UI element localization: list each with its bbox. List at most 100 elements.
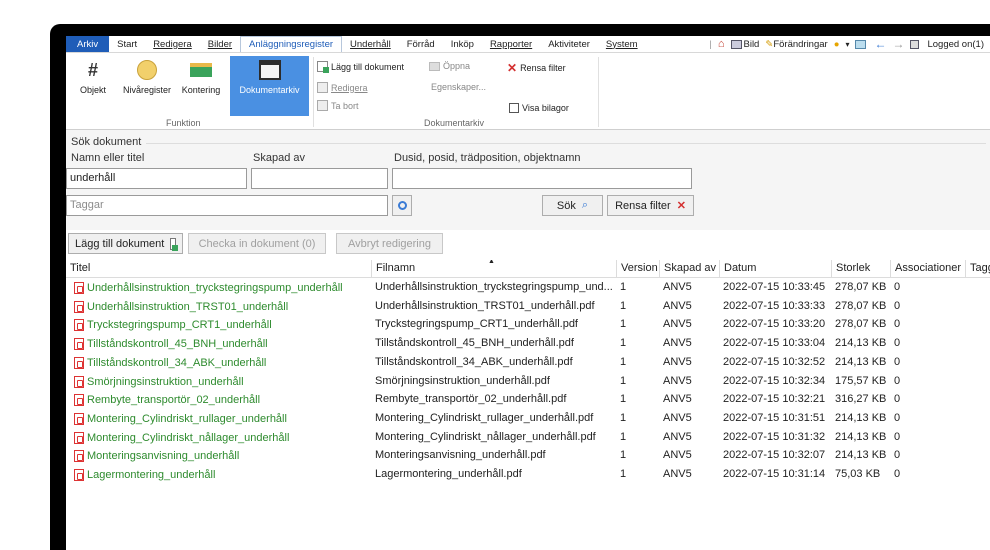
cell-datum-text: 2022-07-15 10:33:04 — [723, 337, 826, 350]
table-row[interactable]: Montering_Cylindriskt_nållager_underhåll… — [66, 429, 990, 448]
help-icon[interactable]: ● — [834, 39, 840, 50]
cell-titel: Monteringsanvisning_underhåll — [70, 447, 370, 465]
hash-icon: # — [87, 59, 98, 80]
lagg-till-dokument-label: Lägg till dokument — [75, 237, 165, 250]
table-row[interactable]: Monteringsanvisning_underhåll Monteringsa… — [66, 447, 990, 466]
table-row[interactable]: Rembyte_transportör_02_underhåll Rembyte_… — [66, 391, 990, 410]
table-row[interactable]: Tillståndskontroll_34_ABK_underhåll Tills… — [66, 354, 990, 373]
forward-arrow-icon[interactable]: → — [892, 37, 904, 51]
sok-label: Sök — [556, 199, 576, 212]
rensa-filter-ribbon-button[interactable]: ✕ Rensa filter — [507, 61, 566, 75]
kontering-label: Kontering — [181, 85, 221, 95]
menu-bar: Arkiv Start Redigera Bilder Anläggningsr… — [66, 36, 990, 53]
home-icon[interactable]: ⌂ — [718, 38, 725, 50]
tab-aktiviteter[interactable]: Aktiviteter — [540, 36, 598, 52]
visa-bilagor-checkbox[interactable]: Visa bilagor — [509, 103, 569, 113]
tab-start[interactable]: Start — [109, 36, 145, 52]
rensa-filter-button[interactable]: Rensa filter ✕ — [607, 195, 694, 216]
bild-button[interactable]: Bild — [730, 39, 759, 50]
table-row[interactable]: Underhållsinstruktion_tryckstegringspump… — [66, 279, 990, 298]
namn-input[interactable]: underhåll — [66, 168, 247, 189]
tag-picker-button[interactable] — [392, 195, 412, 216]
cell-skapad-av-text: ANV5 — [663, 281, 692, 293]
tab-underhall[interactable]: Underhåll — [342, 36, 399, 52]
tab-redigera[interactable]: Redigera — [145, 36, 200, 52]
table-row[interactable]: Tillståndskontroll_45_BNH_underhåll Tills… — [66, 335, 990, 354]
cell-filnamn-text: Underhållsinstruktion_tryckstegringspump… — [375, 281, 613, 293]
forandringar-button[interactable]: ✎ Förändringar — [765, 39, 827, 50]
skapad-label: Skapad av — [253, 152, 305, 164]
cell-associationer: 0 — [890, 429, 965, 447]
logged-on-label[interactable]: Logged on(1) — [927, 39, 984, 50]
cell-datum: 2022-07-15 10:32:21 — [719, 391, 831, 409]
cell-version-text: 1 — [620, 411, 627, 424]
dokumentarkiv-button[interactable]: Dokumentarkiv — [230, 56, 309, 116]
egenskaper-ribbon-button[interactable]: Egenskaper... — [431, 82, 486, 92]
col-version[interactable]: Version — [616, 260, 659, 278]
cell-associationer-text: 0 — [894, 318, 901, 331]
cell-version-text: 1 — [620, 299, 627, 312]
pdf-icon — [74, 300, 84, 313]
col-storlek[interactable]: Storlek — [831, 260, 890, 278]
objekt-button[interactable]: # Objekt — [72, 59, 114, 111]
tab-arkiv[interactable]: Arkiv — [66, 36, 110, 52]
pdf-icon — [74, 375, 84, 388]
avbryt-redigering-button[interactable]: Avbryt redigering — [336, 233, 443, 254]
cell-associationer-text: 0 — [894, 299, 901, 312]
tab-inkop[interactable]: Inköp — [443, 36, 482, 52]
cell-skapad-av-text: ANV5 — [663, 374, 692, 387]
taggar-input[interactable]: Taggar — [66, 195, 388, 216]
cell-titel: Rembyte_transportör_02_underhåll — [70, 391, 370, 409]
table-row[interactable]: Lagermontering_underhåll Lagermontering_u… — [66, 466, 990, 485]
cell-filnamn-text: Smörjningsinstruktion_underhåll.pdf — [375, 374, 550, 387]
ta-bort-ribbon-button[interactable]: Ta bort — [317, 100, 359, 111]
nivaregister-label: Nivåregister — [122, 85, 171, 95]
cell-skapad-av-text: ANV5 — [663, 449, 692, 462]
table-row[interactable]: Smörjningsinstruktion_underhåll Smörjning… — [66, 373, 990, 392]
tab-rapporter[interactable]: Rapporter — [482, 36, 540, 52]
cell-storlek: 214,13 KB — [831, 354, 890, 372]
cell-filnamn: Lagermontering_underhåll.pdf — [371, 466, 616, 484]
nivaregister-button[interactable]: Nivåregister — [118, 59, 176, 111]
redigera-ribbon-button[interactable]: Redigera — [317, 82, 368, 93]
cell-associationer: 0 — [890, 335, 965, 353]
cell-storlek-text: 278,07 KB — [835, 299, 887, 312]
lagg-till-dokument-button[interactable]: Lägg till dokument — [68, 233, 183, 254]
skapad-input[interactable] — [251, 168, 388, 189]
cell-titel: Smörjningsinstruktion_underhåll — [70, 373, 370, 391]
table-row[interactable]: Underhållsinstruktion_TRST01_underhåll Un… — [66, 298, 990, 317]
col-skapad-av[interactable]: Skapad av — [659, 260, 719, 278]
oppna-ribbon-button[interactable]: Öppna — [429, 61, 470, 71]
oppna-label: Öppna — [443, 61, 471, 71]
table-row[interactable]: Montering_Cylindriskt_rullager_underhåll… — [66, 410, 990, 429]
cell-associationer: 0 — [890, 373, 965, 391]
cell-filnamn: Monteringsanvisning_underhåll.pdf — [371, 447, 616, 465]
chevron-down-icon[interactable]: ▾ — [845, 40, 849, 49]
sok-button[interactable]: Sök ⌕ — [542, 195, 603, 216]
pencil-icon: ✎ — [765, 38, 774, 50]
monitor-icon[interactable] — [855, 39, 867, 49]
cell-titel: Tillståndskontroll_34_ABK_underhåll — [70, 354, 370, 372]
back-arrow-icon[interactable]: ← — [874, 37, 886, 51]
col-datum[interactable]: Datum — [719, 260, 831, 278]
tab-forrad[interactable]: Förråd — [399, 36, 443, 52]
kontering-button[interactable]: Kontering — [178, 59, 224, 111]
col-titel[interactable]: Titel — [66, 260, 371, 278]
cell-storlek-text: 75,03 KB — [835, 468, 881, 480]
cell-storlek-text: 214,13 KB — [835, 449, 887, 462]
cell-version-text: 1 — [620, 393, 627, 406]
cell-skapad-av-text: ANV5 — [663, 430, 692, 443]
checka-in-button[interactable]: Checka in dokument (0) — [188, 233, 326, 254]
tab-bilder[interactable]: Bilder — [200, 36, 240, 52]
table-row[interactable]: Tryckstegringspump_CRT1_underhåll Tryckst… — [66, 316, 990, 335]
lagg-till-dokument-ribbon-button[interactable]: Lägg till dokument — [317, 61, 405, 73]
col-taggar[interactable]: Taggar — [965, 260, 990, 278]
cell-storlek-text: 316,27 KB — [835, 393, 887, 406]
cell-skapad-av-text: ANV5 — [663, 299, 692, 312]
dusid-input[interactable] — [392, 168, 692, 189]
tab-system[interactable]: System — [598, 36, 646, 52]
cell-filnamn: Tillståndskontroll_45_BNH_underhåll.pdf — [371, 335, 616, 353]
tab-anlaggningsregister[interactable]: Anläggningsregister — [240, 36, 343, 52]
col-associationer[interactable]: Associationer — [890, 260, 965, 278]
lagg-till-label: Lägg till dokument — [331, 61, 405, 72]
